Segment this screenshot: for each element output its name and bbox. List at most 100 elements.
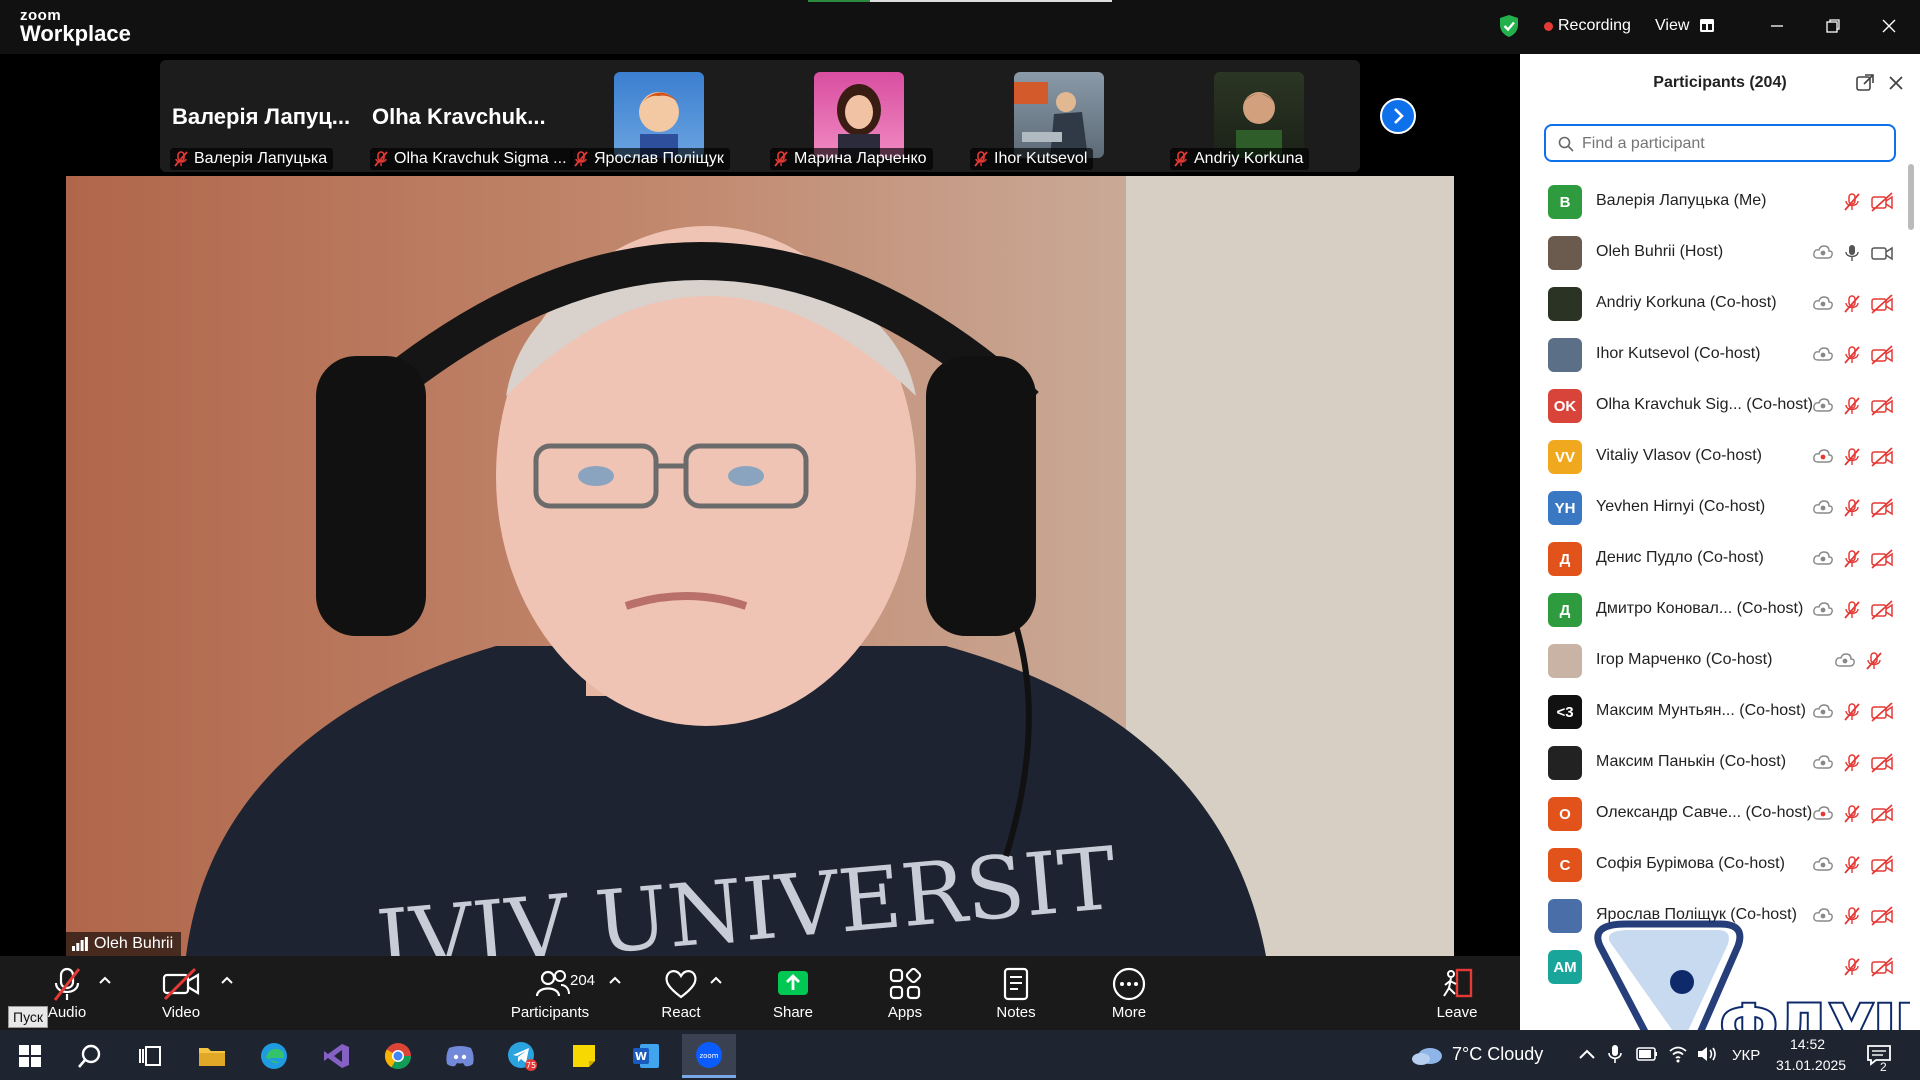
more-button[interactable]: More [1084, 962, 1174, 1028]
microphone-tray-icon[interactable] [1608, 1044, 1622, 1064]
mic-muted-icon[interactable] [1842, 498, 1862, 518]
camera-off-icon[interactable] [1870, 396, 1894, 416]
recording-label[interactable]: Recording [1558, 17, 1631, 35]
weather-text[interactable]: 7°C Cloudy [1452, 1044, 1543, 1065]
mic-muted-icon[interactable] [1842, 600, 1862, 620]
wifi-icon[interactable] [1668, 1045, 1688, 1063]
camera-off-icon[interactable] [1870, 549, 1894, 569]
participant-row[interactable]: VV Vitaliy Vlasov (Co-host) [1544, 431, 1894, 482]
clock-date[interactable]: 31.01.2025 [1776, 1057, 1846, 1073]
file-explorer-taskbar-button[interactable] [188, 1034, 236, 1078]
participant-search-input[interactable] [1580, 132, 1884, 156]
participant-row[interactable]: OK Olha Kravchuk Sig... (Co-host) [1544, 380, 1894, 431]
pop-out-icon[interactable] [1856, 74, 1874, 92]
telegram-taskbar-button[interactable]: 75 [498, 1034, 546, 1078]
participant-search-box[interactable] [1544, 124, 1896, 162]
mic-muted-icon[interactable] [1842, 855, 1862, 875]
participant-row[interactable]: YH Yevhen Hirnyi (Co-host) [1544, 482, 1894, 533]
thumbnail-tile[interactable]: Марина Ларченко [764, 68, 964, 172]
mic-muted-icon[interactable] [1842, 702, 1862, 722]
video-options-chevron-icon[interactable] [221, 976, 233, 984]
chrome-taskbar-button[interactable] [374, 1034, 422, 1078]
thumbnail-tile[interactable]: Ярослав Поліщук [564, 68, 764, 172]
participant-row[interactable]: Oleh Buhrii (Host) [1544, 227, 1894, 278]
camera-off-icon[interactable] [1870, 447, 1894, 467]
leave-button[interactable]: Leave [1412, 962, 1502, 1028]
participant-row[interactable]: Andriy Korkuna (Co-host) [1544, 278, 1894, 329]
mic-muted-icon[interactable] [1842, 345, 1862, 365]
close-window-button[interactable] [1872, 10, 1906, 42]
camera-on-icon[interactable] [1870, 243, 1894, 263]
volume-icon[interactable] [1696, 1045, 1718, 1063]
mic-on-icon[interactable] [1842, 243, 1862, 263]
participant-list-scrollbar[interactable] [1908, 164, 1914, 230]
mic-muted-icon[interactable] [1842, 396, 1862, 416]
react-button[interactable]: React [636, 962, 726, 1028]
mic-muted-icon[interactable] [1842, 294, 1862, 314]
discord-taskbar-button[interactable] [436, 1034, 484, 1078]
notes-button[interactable]: Notes [971, 962, 1061, 1028]
camera-off-icon[interactable] [1870, 192, 1894, 212]
thumbnail-label-text: Ihor Kutsevol [994, 150, 1088, 167]
camera-off-icon[interactable] [1870, 753, 1894, 773]
camera-off-icon[interactable] [1870, 600, 1894, 620]
participants-icon [535, 970, 570, 997]
camera-off-icon[interactable] [1870, 702, 1894, 722]
participant-row[interactable]: Д Денис Пудло (Co-host) [1544, 533, 1894, 584]
thumbnail-tile[interactable]: Ihor Kutsevol [964, 68, 1164, 172]
mic-muted-icon[interactable] [1842, 549, 1862, 569]
view-button[interactable]: View [1655, 17, 1689, 35]
share-button[interactable]: Share [748, 962, 838, 1028]
participant-row[interactable]: О Олександр Савче... (Co-host) [1544, 788, 1894, 839]
task-view-button[interactable] [126, 1034, 174, 1078]
word-taskbar-button[interactable]: W [622, 1034, 670, 1078]
chevron-up-icon[interactable] [1578, 1048, 1596, 1060]
input-language[interactable]: УКР [1732, 1047, 1760, 1064]
restore-button[interactable] [1816, 10, 1850, 42]
zoom-taskbar-button[interactable]: zoom [682, 1034, 736, 1078]
participant-name: Денис Пудло (Co-host) [1596, 549, 1764, 566]
active-speaker-video[interactable]: IVIV UNIVERSIT [66, 176, 1454, 956]
participant-avatar: В [1548, 185, 1582, 219]
react-options-chevron-icon[interactable] [710, 976, 722, 984]
camera-off-icon[interactable] [1870, 804, 1894, 824]
clock-time[interactable]: 14:52 [1790, 1036, 1825, 1052]
encryption-shield-icon[interactable] [1498, 14, 1520, 38]
participants-options-chevron-icon[interactable] [609, 976, 621, 984]
participant-row[interactable]: Ігор Марченко (Co-host) [1544, 635, 1894, 686]
participant-row[interactable]: Максим Панькін (Co-host) [1544, 737, 1894, 788]
thumbnail-tile[interactable]: Andriy Korkuna [1164, 68, 1364, 172]
participant-row[interactable]: С Софія Бурімова (Co-host) [1544, 839, 1894, 890]
gallery-next-button[interactable] [1380, 98, 1416, 134]
mic-muted-icon[interactable] [1864, 651, 1884, 671]
edge-taskbar-button[interactable] [250, 1034, 298, 1078]
minimize-button[interactable] [1760, 10, 1794, 42]
participant-row[interactable]: В Валерія Лапуцька (Me) [1544, 176, 1894, 227]
close-panel-icon[interactable] [1888, 75, 1904, 91]
taskbar-search-button[interactable] [66, 1034, 114, 1078]
cloudy-weather-icon [1412, 1048, 1442, 1065]
visual-studio-taskbar-button[interactable] [312, 1034, 360, 1078]
windows-start-button[interactable] [6, 1034, 54, 1078]
mic-muted-icon[interactable] [1842, 192, 1862, 212]
mic-muted-icon[interactable] [1842, 753, 1862, 773]
participant-row[interactable]: <3 Максим Мунтьян... (Co-host) [1544, 686, 1894, 737]
thumbnail-tile[interactable]: Olha Kravchuk... Olha Kravchuk Sigma ... [364, 68, 573, 172]
audio-options-chevron-icon[interactable] [99, 976, 111, 984]
camera-off-icon[interactable] [1870, 294, 1894, 314]
grid-view-icon[interactable] [1700, 19, 1714, 32]
participant-avatar: С [1548, 848, 1582, 882]
apps-button[interactable]: Apps [860, 962, 950, 1028]
thumbnail-tile[interactable]: Валерія Лапуц... Валерія Лапуцька [164, 68, 364, 172]
camera-off-icon[interactable] [1870, 855, 1894, 875]
mic-muted-icon[interactable] [1842, 804, 1862, 824]
camera-off-icon[interactable] [1870, 498, 1894, 518]
video-button[interactable]: Video [136, 962, 226, 1028]
camera-off-icon[interactable] [1870, 345, 1894, 365]
participant-row[interactable]: Д Дмитро Коновал... (Co-host) [1544, 584, 1894, 635]
mic-muted-icon[interactable] [1842, 447, 1862, 467]
notification-center-icon[interactable] [1866, 1044, 1892, 1066]
sticky-notes-taskbar-button[interactable] [560, 1034, 608, 1078]
battery-icon[interactable] [1636, 1047, 1658, 1061]
participant-row[interactable]: Ihor Kutsevol (Co-host) [1544, 329, 1894, 380]
